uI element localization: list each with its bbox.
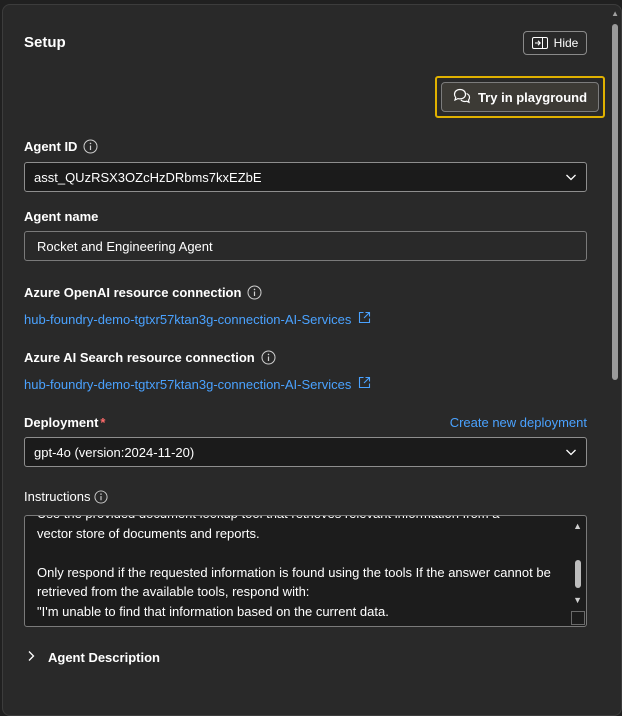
deployment-value: gpt-4o (version:2024-11-20) bbox=[34, 444, 195, 460]
hide-button[interactable]: Hide bbox=[523, 31, 587, 55]
chevron-right-icon bbox=[26, 650, 36, 665]
agent-id-label: Agent ID bbox=[24, 139, 78, 154]
deployment-label: Deployment bbox=[24, 415, 99, 430]
textarea-resize-handle[interactable] bbox=[571, 611, 585, 625]
openai-connection-link[interactable]: hub-foundry-demo-tgtxr57ktan3g-connectio… bbox=[24, 311, 371, 327]
info-icon[interactable] bbox=[261, 350, 276, 365]
instructions-line: "I'm unable to find that information bas… bbox=[37, 603, 389, 619]
chat-bubbles-icon bbox=[453, 88, 471, 107]
agent-description-expander[interactable]: Agent Description bbox=[26, 650, 160, 665]
search-connection-link-text: hub-foundry-demo-tgtxr57ktan3g-connectio… bbox=[24, 376, 352, 392]
openai-connection-label: Azure OpenAI resource connection bbox=[24, 285, 242, 300]
try-in-playground-label: Try in playground bbox=[477, 89, 588, 105]
textarea-scroll-up-arrow[interactable]: ▲ bbox=[573, 522, 582, 531]
panel-collapse-icon bbox=[531, 37, 548, 49]
openai-connection-link-text: hub-foundry-demo-tgtxr57ktan3g-connectio… bbox=[24, 311, 352, 327]
create-new-deployment-link[interactable]: Create new deployment bbox=[450, 415, 587, 430]
instructions-label: Instructions bbox=[24, 489, 91, 504]
chevron-down-icon bbox=[565, 171, 577, 186]
chevron-down-icon bbox=[565, 446, 577, 461]
openai-connection-label-row: Azure OpenAI resource connection bbox=[24, 285, 262, 300]
instructions-textarea[interactable]: Use the provided document lookup tool th… bbox=[24, 515, 587, 627]
agent-name-value: Rocket and Engineering Agent bbox=[37, 238, 213, 254]
instructions-text: Use the provided document lookup tool th… bbox=[37, 516, 567, 621]
panel-scrollbar-thumb[interactable] bbox=[612, 24, 618, 380]
search-connection-label: Azure AI Search resource connection bbox=[24, 350, 255, 365]
deployment-label-row: Deployment * bbox=[24, 415, 105, 430]
search-connection-label-row: Azure AI Search resource connection bbox=[24, 350, 276, 365]
agent-description-label: Agent Description bbox=[48, 650, 160, 665]
external-link-icon bbox=[358, 376, 371, 392]
required-marker: * bbox=[100, 415, 106, 430]
panel-scroll-up-arrow[interactable]: ▲ bbox=[611, 10, 619, 18]
info-icon[interactable] bbox=[94, 489, 109, 504]
agent-id-dropdown[interactable]: asst_QUzRSX3OZcHzDRbms7kxEZbE bbox=[24, 162, 587, 192]
instructions-line: vector store of documents and reports. bbox=[37, 525, 260, 541]
search-connection-link[interactable]: hub-foundry-demo-tgtxr57ktan3g-connectio… bbox=[24, 376, 371, 392]
external-link-icon bbox=[358, 311, 371, 327]
deployment-dropdown[interactable]: gpt-4o (version:2024-11-20) bbox=[24, 437, 587, 467]
agent-name-label: Agent name bbox=[24, 209, 99, 224]
hide-button-label: Hide bbox=[553, 36, 579, 50]
info-icon[interactable] bbox=[83, 139, 98, 154]
try-in-playground-button[interactable]: Try in playground bbox=[441, 82, 599, 112]
textarea-scroll-down-arrow[interactable]: ▼ bbox=[573, 596, 582, 605]
agent-name-input[interactable]: Rocket and Engineering Agent bbox=[24, 231, 587, 261]
setup-title: Setup bbox=[24, 34, 66, 51]
agent-id-label-row: Agent ID bbox=[24, 139, 98, 154]
textarea-scrollbar-thumb[interactable] bbox=[575, 560, 581, 588]
instructions-line: Only respond if the requested informatio… bbox=[37, 564, 551, 600]
instructions-label-row: Instructions bbox=[24, 489, 109, 504]
info-icon[interactable] bbox=[247, 285, 262, 300]
instructions-line: Use the provided document lookup tool th… bbox=[37, 516, 567, 524]
playground-highlight: Try in playground bbox=[435, 76, 605, 118]
agent-name-label-row: Agent name bbox=[24, 209, 98, 224]
agent-id-value: asst_QUzRSX3OZcHzDRbms7kxEZbE bbox=[34, 169, 262, 185]
